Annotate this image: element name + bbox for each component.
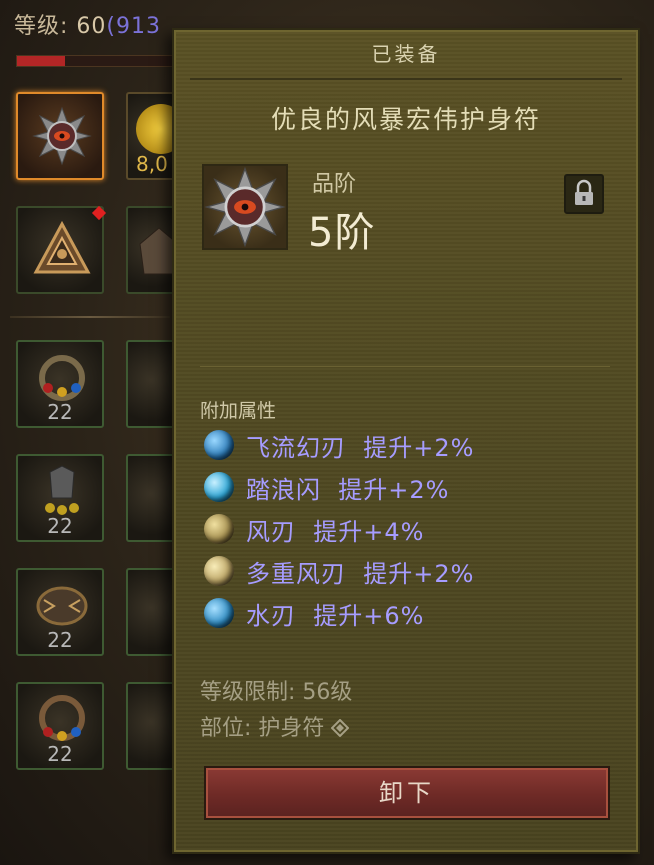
item-count: 22 [47,514,73,538]
attribute-text: 踏浪闪 提升+2% [246,475,450,504]
attribute-text: 飞流幻刃 提升+2% [246,433,475,462]
gem-ring-icon [39,695,85,741]
attribute-row: 水刃 提升+6% [204,595,424,631]
inventory-slot-ring-4[interactable] [126,454,176,542]
beast-ring-icon [36,586,88,626]
claw-ring-icon [45,465,79,515]
inventory-slot-ring-7[interactable]: 22 [16,682,104,770]
inventory-slot-sigil[interactable] [16,206,104,294]
level-label: 等级: [14,14,77,39]
header-divider [190,78,622,80]
diamond-slot-icon [330,718,350,738]
attribute-row: 风刃 提升+4% [204,511,424,547]
level-requirement: 等级限制: 56级 [200,680,353,705]
inventory-slot-ring-3[interactable]: 22 [16,454,104,542]
inventory-slot-ring-5[interactable]: 22 [16,568,104,656]
attribute-text: 水刃 提升+6% [246,601,425,630]
attribute-row: 飞流幻刃 提升+2% [204,427,474,463]
item-portrait [202,164,288,250]
water-blade-icon [204,598,234,628]
attribute-text: 风刃 提升+4% [246,517,425,546]
item-name: 优良的风暴宏伟护身符 [270,105,541,134]
item-count: 22 [47,742,73,766]
gold-amount: 8,0 [136,152,168,176]
lock-button[interactable] [564,174,604,214]
unequip-button[interactable]: 卸下 [204,766,610,820]
amulet-icon [32,106,92,166]
slot-type-text: 部位: 护身符 [200,716,325,741]
inventory-slot-amulet[interactable] [16,92,104,180]
slot-type: 部位: 护身符 [200,710,350,742]
lock-icon [575,179,593,205]
inventory-slot-helm[interactable] [126,206,179,294]
blade-orb-icon [204,430,234,460]
tier-label: 品阶 [312,172,357,197]
wind-blade-icon [204,514,234,544]
xp-bar-fill [17,56,65,66]
ring-icon [39,355,85,401]
character-level: 等级: 60(913 [14,8,161,40]
item-count: 22 [47,400,73,424]
level-value: 60 [76,14,107,39]
triangle-sigil-icon [33,220,91,274]
wave-dash-icon [204,472,234,502]
section-divider [200,366,610,367]
item-tooltip-panel: 已装备 优良的风暴宏伟护身符 品阶 5阶 附加属性 飞流幻刃 提升+2% 踏浪闪… [172,28,640,854]
item-count: 22 [47,628,73,652]
inventory-slot-ring-1[interactable]: 22 [16,340,104,428]
inventory-slot-ring-2[interactable] [126,340,176,428]
attribute-text: 多重风刃 提升+2% [246,559,475,588]
inventory-divider [10,316,170,318]
equipped-header: 已装备 [371,42,441,66]
multi-wind-blade-icon [204,556,234,586]
attribute-row: 多重风刃 提升+2% [204,553,474,589]
attribute-row: 踏浪闪 提升+2% [204,469,449,505]
xp-bar [16,55,178,67]
inventory-slot-ring-6[interactable] [126,568,176,656]
paragon-value: (913 [106,14,161,39]
amulet-icon [204,166,286,248]
inventory-slot-ring-8[interactable] [126,682,176,770]
tier-value: 5阶 [308,210,376,256]
bonus-attributes-title: 附加属性 [200,400,277,422]
